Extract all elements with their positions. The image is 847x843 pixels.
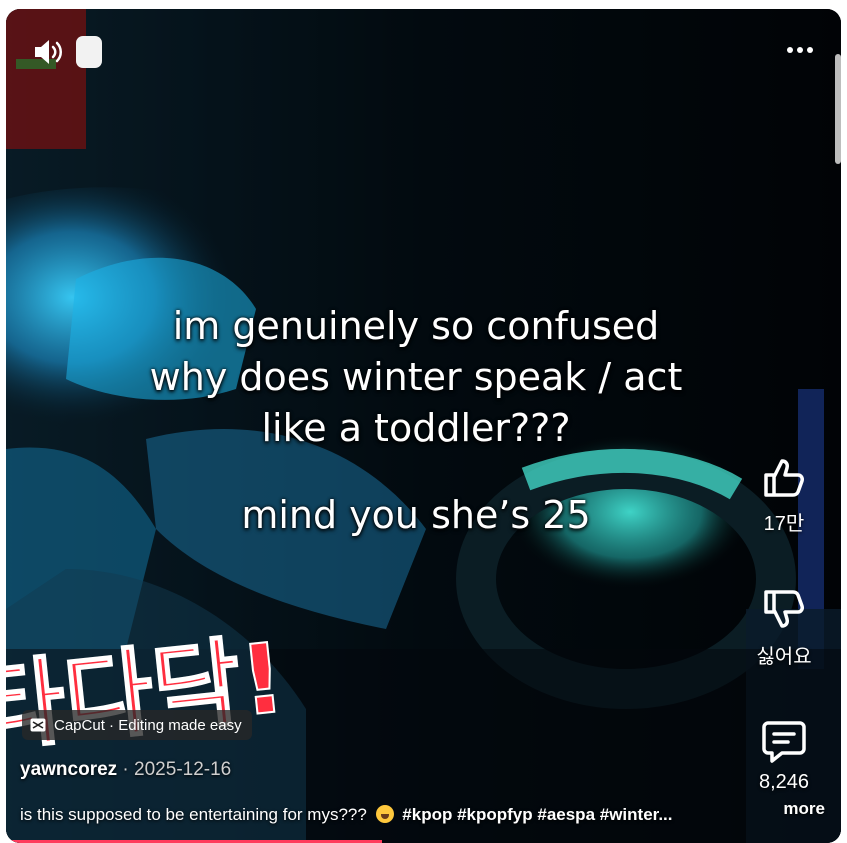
post-date: 2025-12-16 — [134, 759, 232, 780]
hashtags[interactable]: #kpop #kpopfyp #aespa #winter... — [402, 805, 672, 824]
caption-gap — [66, 454, 766, 490]
author-row: yawncorez · 2025-12-16 — [20, 759, 231, 781]
author-name[interactable]: yawncorez — [20, 759, 117, 780]
video-caption: im genuinely so confused why does winter… — [66, 301, 766, 541]
capcut-icon — [30, 718, 46, 732]
comments-button[interactable]: 8,246 — [753, 717, 815, 794]
like-count: 17만 — [763, 513, 805, 535]
dislike-label: 싫어요 — [756, 646, 812, 668]
thumbs-down-icon — [764, 590, 804, 628]
like-button[interactable]: 17만 — [753, 453, 815, 536]
crying-face-icon — [375, 805, 394, 823]
speaker-icon — [35, 40, 62, 64]
capcut-label: CapCut · Editing made easy — [54, 716, 242, 734]
description-text: is this supposed to be entertaining for … — [20, 805, 367, 824]
caption-line-1: im genuinely so confused — [172, 304, 660, 348]
caption-line-2: why does winter speak / act — [149, 355, 683, 399]
video-player[interactable]: 타다닥! im genuinely so confused why does w… — [6, 9, 841, 843]
more-dots-icon — [787, 47, 813, 53]
scrollbar-thumb[interactable] — [835, 54, 841, 164]
video-description: is this supposed to be entertaining for … — [20, 799, 825, 825]
pip-button[interactable] — [76, 36, 102, 68]
thumbs-up-icon — [764, 459, 804, 497]
capcut-badge[interactable]: CapCut · Editing made easy — [22, 710, 252, 740]
date-separator: · — [117, 759, 135, 780]
dislike-button[interactable]: 싫어요 — [753, 586, 815, 669]
more-options-button[interactable] — [785, 42, 815, 58]
comment-count: 8,246 — [758, 771, 810, 793]
comment-icon — [762, 721, 806, 763]
caption-line-3: like a toddler??? — [261, 406, 571, 450]
mute-button[interactable] — [32, 37, 66, 67]
more-button[interactable]: more — [783, 799, 825, 819]
caption-line-4: mind you she’s 25 — [241, 493, 591, 537]
